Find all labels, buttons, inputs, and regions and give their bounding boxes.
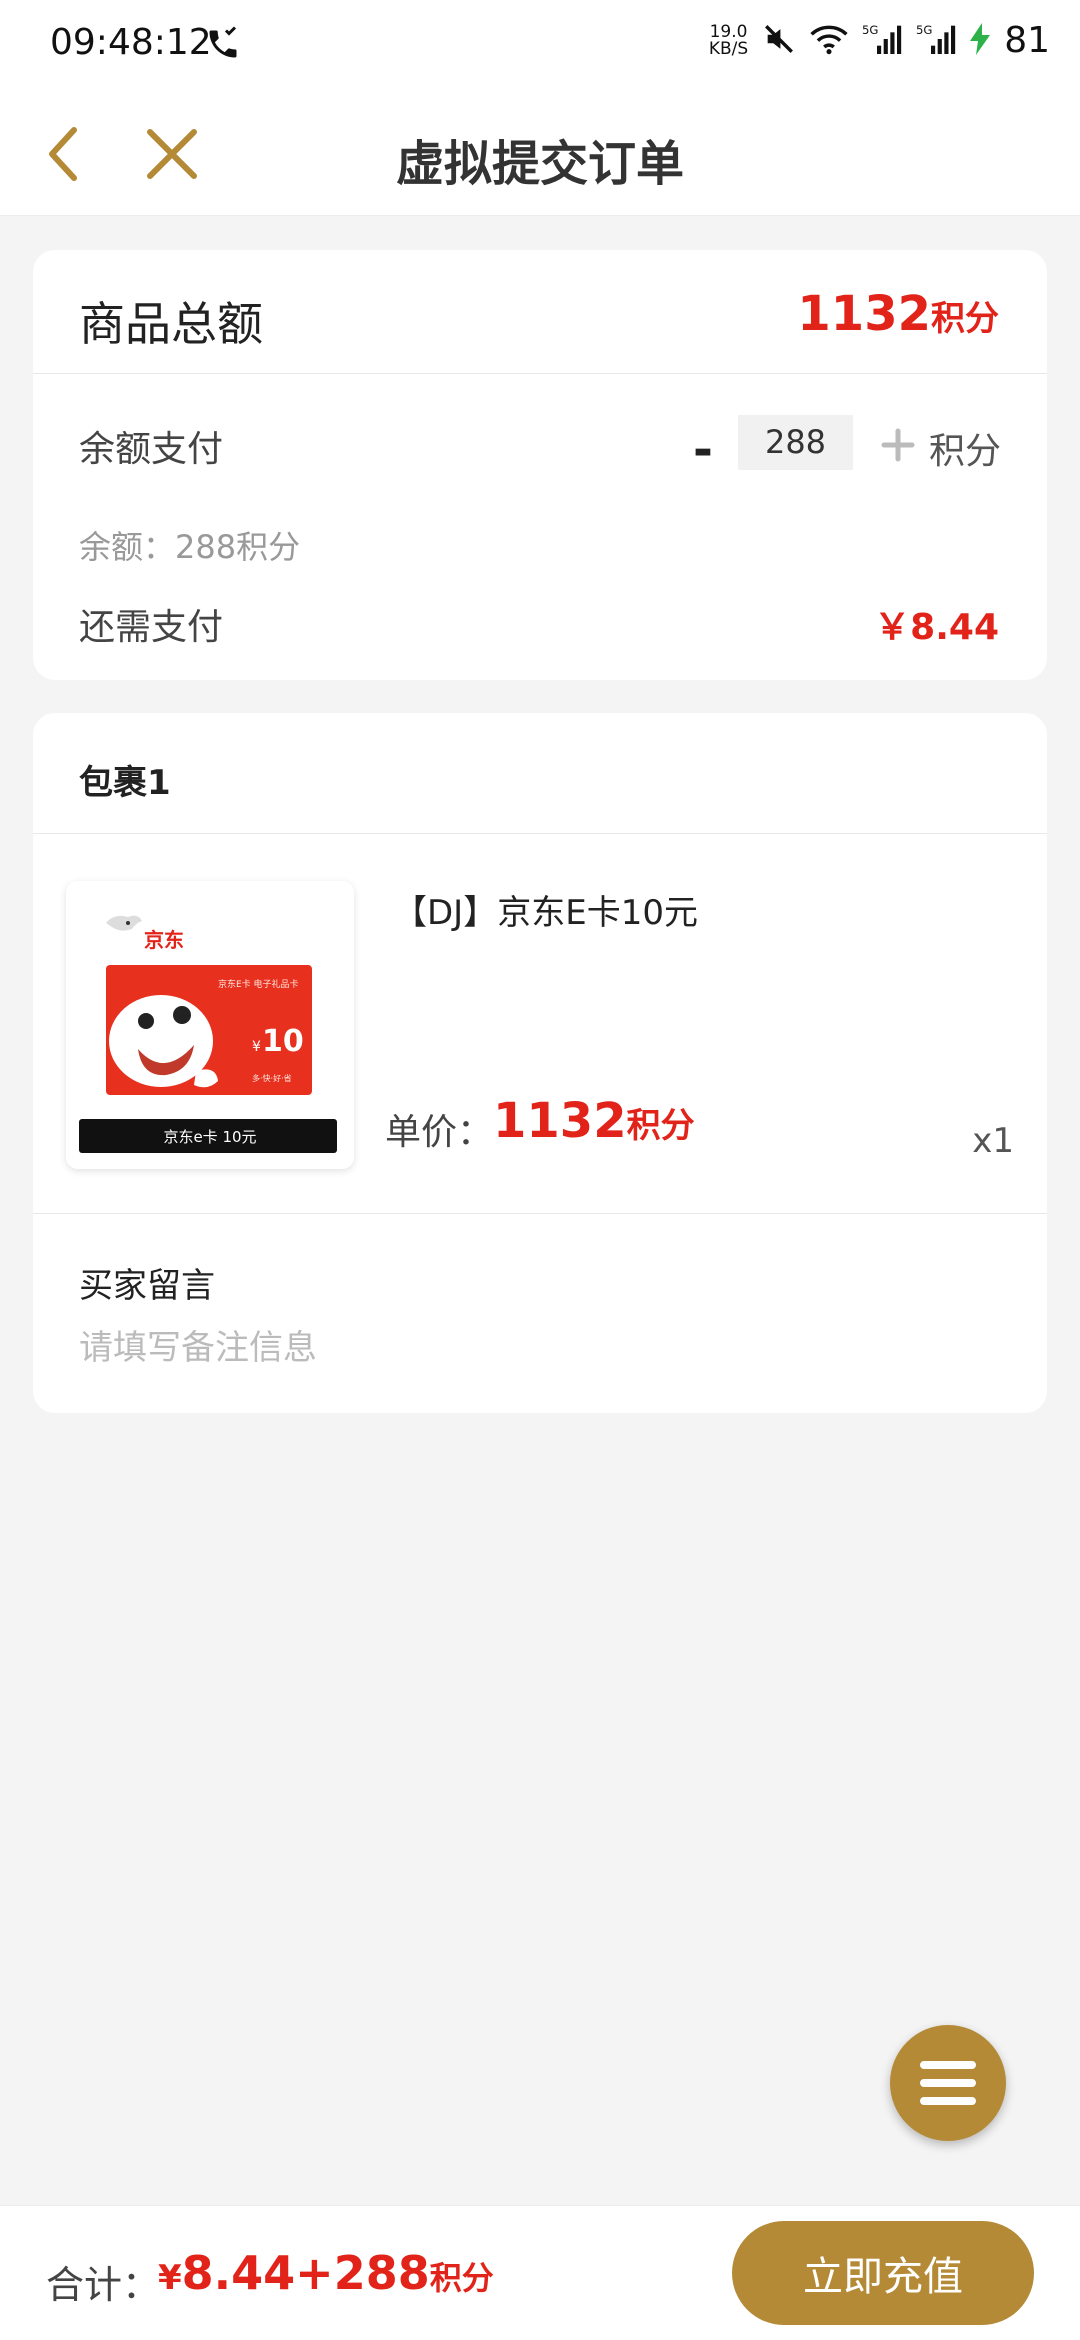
- svg-text:5G: 5G: [916, 23, 932, 37]
- charging-icon: [970, 22, 991, 59]
- balance-text: 余额：288积分: [79, 528, 301, 566]
- divider: [33, 833, 1047, 834]
- brand-logo-text: 京东: [144, 928, 184, 952]
- total-label: 商品总额: [79, 297, 263, 351]
- total-amount: 1132积分: [797, 286, 999, 342]
- grand-total: ¥8.44+288积分: [158, 2246, 494, 2300]
- unit-price-value: 1132: [493, 1093, 627, 1149]
- product-quantity: x1: [972, 1121, 1014, 1161]
- svg-text:5G: 5G: [862, 23, 878, 37]
- battery-level: 81: [1004, 20, 1050, 61]
- decrease-button[interactable]: -: [673, 420, 733, 480]
- card-header-text: 京东E卡 电子礼品卡: [218, 978, 299, 990]
- unit-price-unit: 积分: [626, 1106, 695, 1146]
- buyer-message-label: 买家留言: [79, 1266, 215, 1306]
- grand-total-currency: ¥: [158, 2258, 182, 2298]
- grand-total-unit: 积分: [429, 2259, 494, 2297]
- total-row: 商品总额 1132积分: [33, 250, 1047, 374]
- points-unit-label: 积分: [929, 431, 1002, 472]
- unit-price: 1132积分: [493, 1093, 695, 1149]
- product-name[interactable]: 【DJ】京东E卡10元: [393, 885, 698, 934]
- total-amount-value: 1132: [797, 286, 931, 342]
- total-amount-unit: 积分: [931, 299, 999, 339]
- unit-price-label: 单价：: [385, 1112, 494, 1153]
- nav-bar: 虚拟提交订单: [0, 92, 1080, 216]
- menu-icon: [920, 2061, 976, 2105]
- divider: [33, 1213, 1047, 1214]
- wifi-icon: [810, 22, 848, 60]
- points-input[interactable]: 288: [738, 415, 853, 470]
- card-value: 10: [262, 1024, 304, 1059]
- balance-pay-label: 余额支付: [79, 429, 224, 470]
- status-time: 09:48:12: [50, 22, 212, 63]
- floating-menu-button[interactable]: [890, 2025, 1006, 2141]
- buyer-message-input[interactable]: [79, 1323, 979, 1373]
- increase-button[interactable]: [878, 425, 918, 465]
- grand-total-amount: 8.44+288: [181, 2246, 430, 2300]
- payment-summary-card: 商品总额 1132积分 余额支付 - 288 积分 余额：288积分 还需支付 …: [33, 250, 1047, 680]
- network-speed-value: 19.0: [709, 21, 748, 42]
- bottom-bar: 合计： ¥8.44+288积分 立即充值: [0, 2205, 1080, 2340]
- network-speed: 19.0 KB/S: [708, 21, 749, 59]
- card-currency: ¥: [252, 1039, 261, 1055]
- phone-call-icon: [205, 26, 241, 62]
- need-pay-label: 还需支付: [79, 607, 224, 648]
- signal-5g-icon: 5G: [862, 22, 902, 60]
- signal-5g-icon-2: 5G: [916, 22, 956, 60]
- package-title: 包裹1: [79, 763, 171, 803]
- status-bar: 09:48:12 19.0 KB/S 5G 5G 81: [0, 0, 1080, 92]
- mute-icon: [762, 22, 796, 60]
- network-speed-unit: KB/S: [708, 38, 749, 59]
- package-card: 包裹1 京东 京东E卡 电子礼品卡 ¥ 10 多·快·好·省 京东e卡 10元: [33, 713, 1047, 1413]
- grand-total-label: 合计：: [46, 2263, 161, 2307]
- recharge-now-button[interactable]: 立即充值: [732, 2221, 1034, 2325]
- card-caption: 京东e卡 10元: [163, 1128, 256, 1146]
- page-title: 虚拟提交订单: [395, 136, 684, 192]
- product-image[interactable]: 京东 京东E卡 电子礼品卡 ¥ 10 多·快·好·省 京东e卡 10元: [66, 881, 354, 1169]
- need-pay-value: ￥8.44: [874, 607, 999, 648]
- card-slogan: 多·快·好·省: [252, 1073, 292, 1083]
